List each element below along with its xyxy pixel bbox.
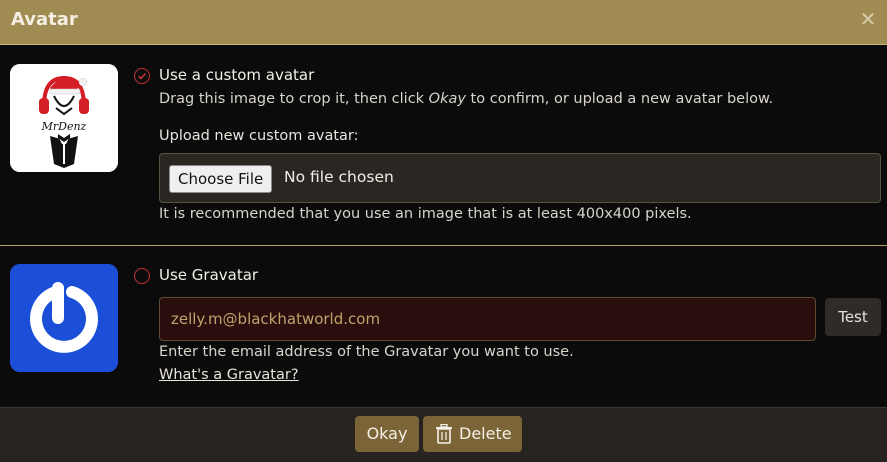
crop-hint-okay: Okay xyxy=(428,91,466,107)
file-upload-field[interactable]: Choose File No file chosen xyxy=(159,153,881,203)
file-status: No file chosen xyxy=(284,168,394,186)
close-icon[interactable]: ✕ xyxy=(859,9,877,29)
custom-avatar-preview[interactable]: MrDenz xyxy=(10,64,118,172)
check-circle-icon xyxy=(137,72,147,80)
trash-icon xyxy=(436,424,452,444)
dialog-title-bar: Avatar ✕ xyxy=(0,0,887,45)
custom-avatar-label[interactable]: Use a custom avatar xyxy=(159,66,314,84)
gravatar-label[interactable]: Use Gravatar xyxy=(159,266,258,284)
dialog-title: Avatar xyxy=(11,9,78,30)
avatar-logo-text: MrDenz xyxy=(41,120,87,133)
size-recommendation: It is recommended that you use an image … xyxy=(159,206,692,222)
avatar-image: MrDenz xyxy=(10,64,118,172)
gravatar-radio[interactable] xyxy=(134,268,150,284)
gravatar-hint: Enter the email address of the Gravatar … xyxy=(159,344,574,360)
whats-gravatar-link[interactable]: What's a Gravatar? xyxy=(159,367,299,383)
crop-hint-start: Drag this image to crop it, then click xyxy=(159,91,429,107)
okay-button[interactable]: Okay xyxy=(355,416,419,452)
choose-file-button[interactable]: Choose File xyxy=(169,165,273,193)
crop-hint-end: to confirm, or upload a new avatar below… xyxy=(465,91,774,107)
delete-button[interactable]: Delete xyxy=(423,416,522,452)
test-button[interactable]: Test xyxy=(825,298,881,336)
dialog-footer: Okay Delete xyxy=(0,407,887,462)
gravatar-email-input[interactable] xyxy=(159,297,816,341)
gravatar-preview xyxy=(10,264,118,372)
gravatar-logo-icon xyxy=(10,264,118,372)
custom-avatar-radio[interactable] xyxy=(134,68,150,84)
crop-hint: Drag this image to crop it, then click O… xyxy=(159,91,773,107)
upload-label: Upload new custom avatar: xyxy=(159,128,359,144)
custom-avatar-section: MrDenz Use a custom avatar Drag this ima… xyxy=(0,46,887,245)
gravatar-section: Use Gravatar Test Enter the email addres… xyxy=(0,246,887,406)
delete-label: Delete xyxy=(459,424,512,443)
